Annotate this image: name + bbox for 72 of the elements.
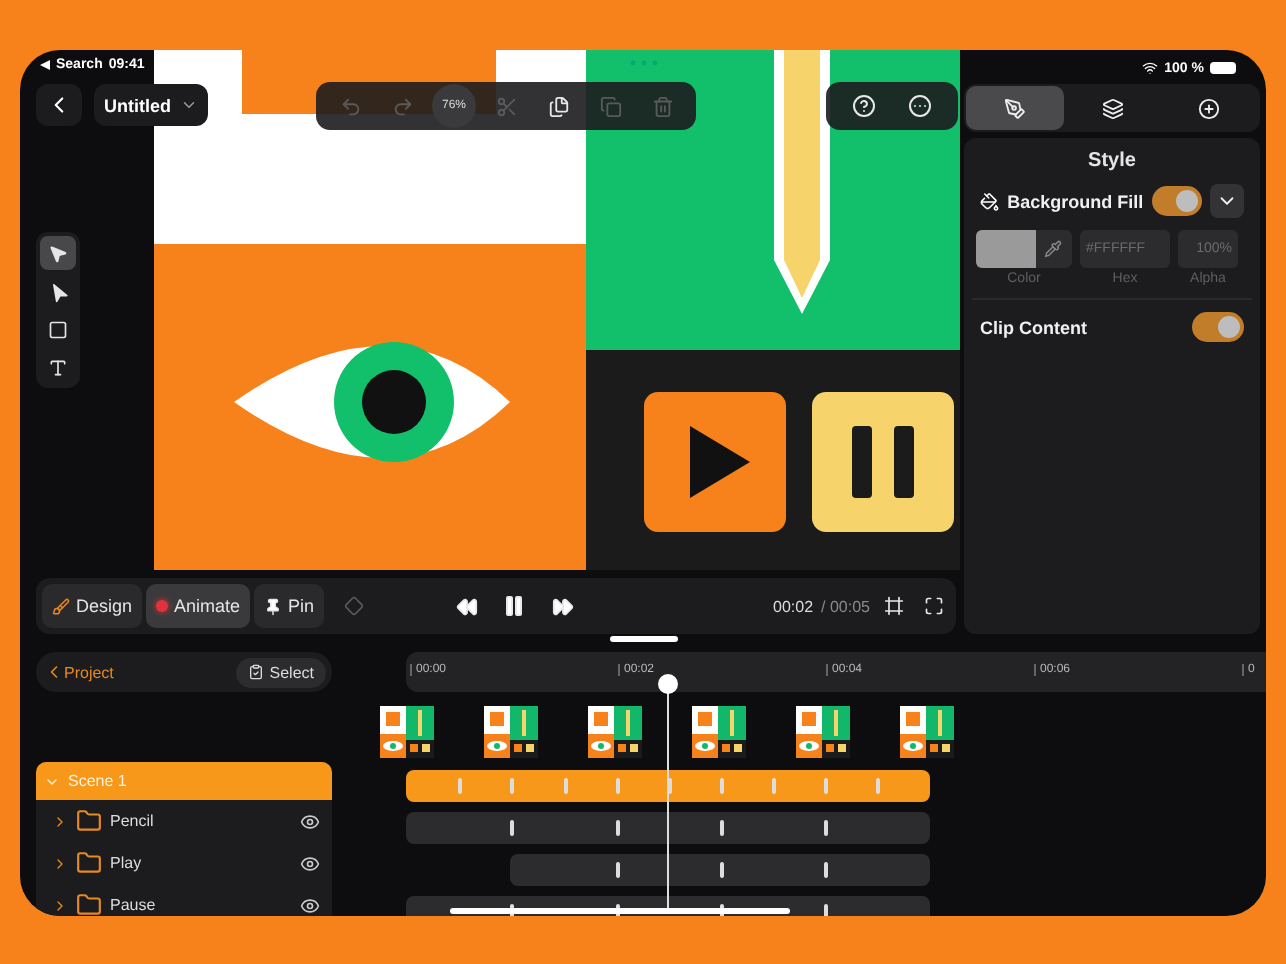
mode-tab[interactable]: Pin <box>254 584 325 628</box>
frame-thumbnail[interactable] <box>484 706 538 758</box>
more-icon <box>908 94 932 118</box>
animation-track[interactable] <box>406 812 930 844</box>
clip-content-toggle[interactable] <box>1192 312 1244 342</box>
layer-name: Play <box>110 854 144 872</box>
chevron-down-icon <box>179 96 197 114</box>
battery-icon <box>1210 62 1236 74</box>
pause-icon <box>502 594 527 618</box>
drag-handle[interactable] <box>610 636 678 642</box>
frame-thumbnail[interactable] <box>588 706 642 758</box>
mode-tab[interactable]: Design <box>42 584 143 628</box>
fill-options-button[interactable] <box>1209 184 1244 218</box>
back-triangle-icon[interactable] <box>40 60 50 70</box>
layer-row[interactable]: Play <box>36 842 332 884</box>
pin-icon <box>264 597 283 615</box>
paint-bucket-icon <box>980 191 1000 211</box>
folder-icon <box>76 892 102 916</box>
pointer-icon <box>48 243 68 263</box>
text-icon <box>48 357 68 377</box>
eyedropper-icon <box>1044 240 1062 258</box>
layer-name: Pencil <box>110 812 156 830</box>
undo-icon <box>339 95 361 117</box>
color-field[interactable] <box>976 230 1072 268</box>
back-button[interactable] <box>36 84 82 126</box>
folder-icon <box>76 850 102 876</box>
paste-icon <box>547 95 569 117</box>
clip-content-label: Clip Content <box>980 317 1089 337</box>
wifi-icon <box>1142 60 1159 76</box>
brush-icon <box>52 597 70 615</box>
total-time: / 00:05 <box>821 597 870 615</box>
layer-name: Pause <box>110 896 158 914</box>
background-fill-label: Background Fill <box>1007 191 1144 211</box>
frame-thumbnail[interactable] <box>692 706 746 758</box>
scissors-icon <box>495 95 517 117</box>
trash-icon <box>651 95 673 117</box>
layers-icon <box>1101 97 1123 119</box>
diamond-icon <box>344 596 365 616</box>
animation-track[interactable] <box>406 770 930 802</box>
fast-forward-icon <box>551 595 574 617</box>
current-time: 00:02 <box>773 597 814 615</box>
layer-name: Scene 1 <box>68 772 129 790</box>
layer-row[interactable]: Pause <box>36 884 332 916</box>
frame-thumbnail[interactable] <box>900 706 954 758</box>
chevron-right-icon <box>52 897 68 913</box>
project-back-link[interactable]: Project <box>44 662 114 682</box>
inspector-tab[interactable] <box>966 86 1064 130</box>
add-icon <box>1198 97 1221 119</box>
duplicate-icon <box>599 95 621 117</box>
help-icon <box>852 94 876 118</box>
redo-icon <box>391 95 413 117</box>
folder-icon <box>76 808 102 834</box>
frame-thumbnail[interactable] <box>796 706 850 758</box>
pen-icon <box>1003 97 1026 119</box>
frame-icon <box>884 596 904 616</box>
document-title-menu[interactable]: Untitled <box>94 84 207 126</box>
layer-row[interactable]: Pencil <box>36 800 332 842</box>
panel-title: Style <box>1086 150 1138 172</box>
clipboard-check-icon <box>247 664 264 680</box>
chevron-right-icon <box>52 813 68 829</box>
rewind-icon <box>455 595 478 617</box>
mode-tab[interactable]: Animate <box>146 584 251 628</box>
background-fill-toggle[interactable] <box>1151 186 1202 216</box>
animation-track[interactable] <box>510 854 930 886</box>
playhead[interactable] <box>658 674 678 910</box>
chevron-right-icon <box>52 855 68 871</box>
fullscreen-icon <box>924 596 944 616</box>
rectangle-icon <box>48 319 68 339</box>
select-button[interactable]: Select <box>235 657 326 687</box>
tool-button[interactable] <box>40 236 76 270</box>
record-dot-icon <box>156 600 169 612</box>
frame-thumbnail[interactable] <box>380 706 434 758</box>
